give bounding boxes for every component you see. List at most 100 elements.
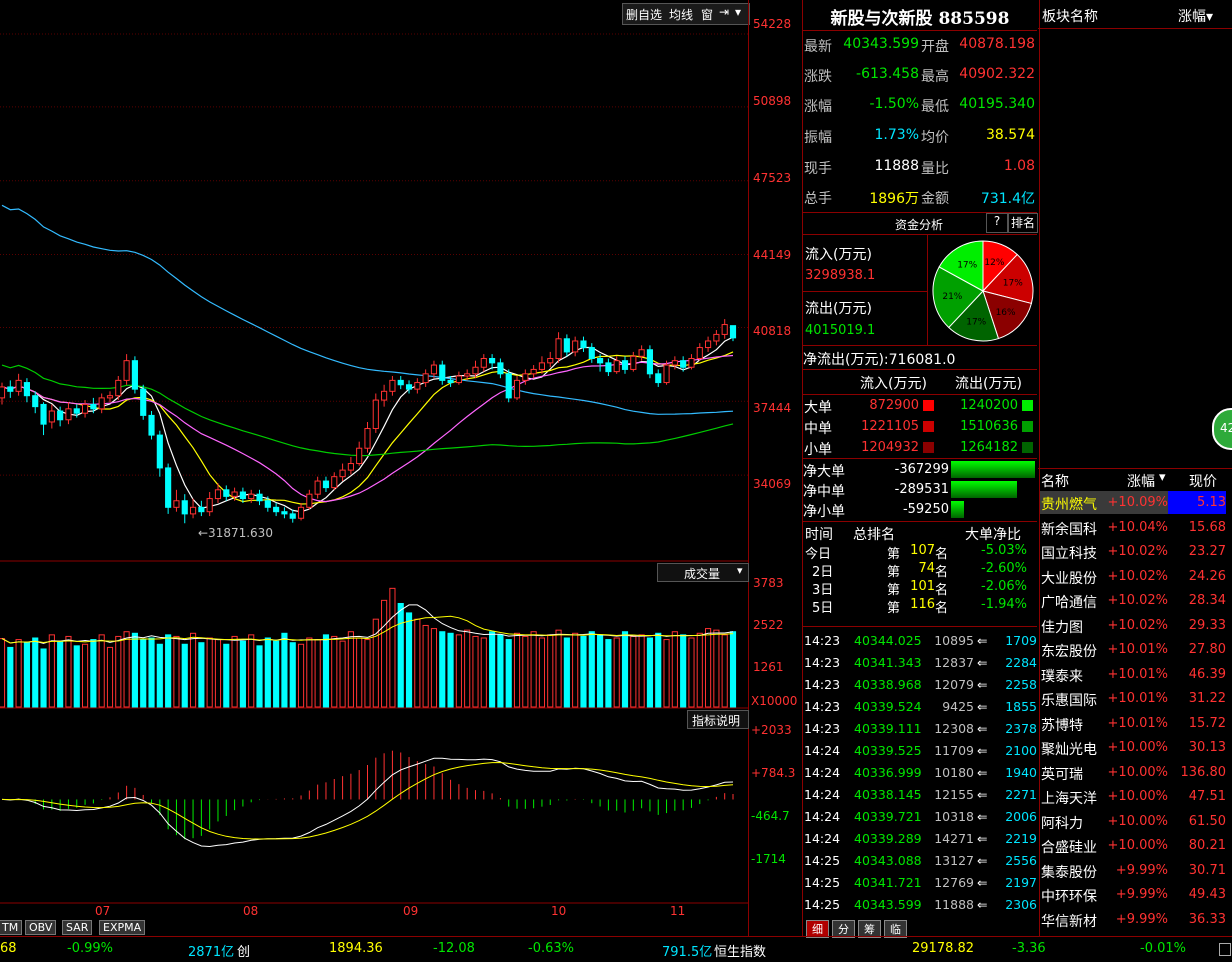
- candle-body: [638, 349, 645, 357]
- stock-row[interactable]: 国立科技 +10.02% 23.27: [1040, 540, 1226, 565]
- stock-name-header[interactable]: 名称: [1041, 471, 1069, 491]
- stock-row[interactable]: 英可瑞 +10.00% 136.80: [1040, 761, 1226, 786]
- candle-body: [364, 428, 371, 449]
- volume-bar: [156, 643, 163, 708]
- volume-bar: [273, 640, 280, 708]
- candle-body: [414, 382, 421, 390]
- stock-row[interactable]: 广哈通信 +10.02% 28.34: [1040, 589, 1226, 614]
- candle-body: [405, 384, 413, 390]
- net-order-value: -289531: [894, 482, 949, 497]
- volume-bar: [98, 634, 105, 708]
- order-inflow-header: 流入(万元): [860, 376, 927, 392]
- candle-body: [40, 403, 47, 425]
- stock-change: +10.02%: [1107, 617, 1168, 633]
- order-label: 中单: [804, 421, 832, 437]
- indicator-help-button[interactable]: 指标说明: [687, 710, 749, 729]
- volume-bar: [663, 639, 670, 708]
- order-row: 大单 872900 1240200: [803, 396, 1037, 416]
- candle-body: [530, 368, 537, 375]
- ranking-ratio: -2.06%: [981, 579, 1027, 594]
- stock-change-header[interactable]: 涨幅: [1127, 471, 1155, 491]
- status-item: -3.36: [1012, 941, 1046, 956]
- pie-slice-label: 16%: [996, 308, 1016, 318]
- tick-time: 14:24: [804, 787, 841, 802]
- stock-row[interactable]: 合盛硅业 +10.00% 80.21: [1040, 834, 1226, 859]
- x-axis-label: 07: [95, 904, 111, 918]
- ma-button[interactable]: 均线: [669, 6, 693, 23]
- pie-slice-label: 21%: [942, 292, 962, 302]
- stock-row[interactable]: 华信新材 +9.99% 36.33: [1040, 908, 1226, 933]
- sell-arrow-icon: ⇐: [977, 875, 988, 890]
- stock-name: 华信新材: [1041, 913, 1097, 930]
- stock-row[interactable]: 中环环保 +9.99% 49.43: [1040, 883, 1226, 908]
- volume-bar: [322, 634, 330, 708]
- tab-expma[interactable]: EXPMA: [99, 920, 146, 935]
- rank-button[interactable]: 排名: [1008, 213, 1038, 233]
- stock-row[interactable]: 苏博特 +10.01% 15.72: [1040, 712, 1226, 737]
- status-item: -0.01%: [1140, 941, 1186, 956]
- stock-row[interactable]: 贵州燃气 +10.09% 5.13: [1040, 491, 1226, 516]
- tick-time: 14:25: [804, 897, 841, 912]
- stock-row[interactable]: 璞泰来 +10.01% 46.39: [1040, 663, 1226, 688]
- tab-obv[interactable]: OBV: [25, 920, 57, 935]
- sector-change-header[interactable]: 涨幅▾: [1178, 6, 1213, 26]
- stock-price-header[interactable]: 现价: [1189, 471, 1217, 491]
- stock-price: 80.21: [1188, 838, 1226, 853]
- tick-volume: 11888: [934, 897, 974, 912]
- vol-tick: 3783: [753, 576, 784, 590]
- volume-bar: [447, 632, 454, 708]
- ranking-row: 今日 第 107 名 -5.03%: [803, 542, 1037, 562]
- x-axis-label: 11: [670, 904, 686, 918]
- tick-time: 14:25: [804, 875, 841, 890]
- volume-bar: [264, 637, 271, 708]
- candle-body: [713, 333, 720, 342]
- ranking-prefix: 第: [887, 601, 901, 616]
- menu-dropdown-icon[interactable]: ▾: [735, 5, 741, 19]
- stock-row[interactable]: 集泰股份 +9.99% 30.71: [1040, 859, 1226, 884]
- candle-body: [464, 373, 471, 377]
- volume-bar: [181, 643, 188, 708]
- candle-body: [297, 506, 305, 519]
- volume-bar: [364, 639, 371, 708]
- stock-row[interactable]: 聚灿光电 +10.00% 30.13: [1040, 736, 1226, 761]
- price-tick: 50898: [753, 94, 792, 108]
- volume-bar: [123, 631, 130, 708]
- sector-name-header[interactable]: 板块名称: [1042, 6, 1098, 26]
- volume-bar: [538, 637, 546, 708]
- price-tick: 44149: [753, 248, 792, 262]
- stock-row[interactable]: 阿科力 +10.00% 61.50: [1040, 810, 1226, 835]
- chart-area[interactable]: ←31871.630: [0, 0, 748, 936]
- window-button[interactable]: 窗: [701, 6, 713, 23]
- kline-chart[interactable]: [0, 0, 748, 936]
- expand-icon[interactable]: ⇥: [719, 5, 729, 19]
- order-row: 中单 1221105 1510636: [803, 417, 1037, 437]
- help-icon[interactable]: ?: [986, 213, 1008, 233]
- sector-panel: 板块名称 涨幅▾: [1038, 0, 1232, 468]
- stock-row[interactable]: 佳力图 +10.02% 29.33: [1040, 614, 1226, 639]
- stock-name: 苏博特: [1041, 717, 1083, 734]
- volume-bar: [356, 637, 363, 708]
- net-order-row: 净大单 -367299: [803, 461, 1037, 480]
- volume-bar: [131, 632, 138, 708]
- tick-price: 40343.088: [854, 853, 922, 868]
- candle-body: [696, 347, 703, 359]
- x-axis-label: 10: [551, 904, 567, 918]
- stock-row[interactable]: 东宏股份 +10.01% 27.80: [1040, 638, 1226, 663]
- tab-tm[interactable]: TM: [0, 920, 23, 935]
- volume-dropdown[interactable]: 成交量 ▾: [657, 563, 749, 582]
- tab-sar[interactable]: SAR: [62, 920, 93, 935]
- fund-analysis-tab[interactable]: 资金分析: [803, 213, 983, 233]
- stock-row[interactable]: 新余国科 +10.04% 15.68: [1040, 516, 1226, 541]
- tick-time: 14:23: [804, 699, 841, 714]
- sort-desc-icon[interactable]: ▾: [1159, 470, 1166, 485]
- status-item: 68: [0, 941, 17, 956]
- quote-value: 731.4亿: [980, 191, 1035, 207]
- stock-row[interactable]: 上海天洋 +10.00% 47.51: [1040, 785, 1226, 810]
- ranking-header-ratio: 大单净比: [965, 527, 1021, 543]
- remove-watchlist-button[interactable]: 删自选: [626, 6, 662, 23]
- quote-label: 量比: [921, 161, 949, 177]
- stock-row[interactable]: 乐惠国际 +10.01% 31.22: [1040, 687, 1226, 712]
- stock-name: 新余国科: [1041, 521, 1097, 538]
- stock-row[interactable]: 大业股份 +10.02% 24.26: [1040, 565, 1226, 590]
- ranking-number: 101: [910, 579, 935, 594]
